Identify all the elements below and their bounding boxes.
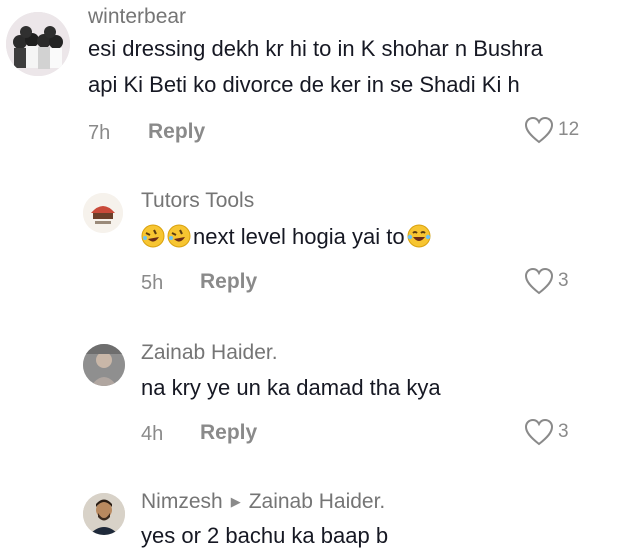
- avatar[interactable]: [83, 193, 123, 233]
- reply-button[interactable]: Reply: [200, 421, 257, 445]
- comment-username: Nimzesh ▶ Zainab Haider.: [141, 490, 385, 514]
- comment-text: next level hogia yai to: [141, 219, 433, 255]
- heart-outline-icon: [524, 116, 554, 144]
- rolling-on-floor-laughing-icon: [167, 223, 191, 248]
- comment-text-line-1: esi dressing dekh kr hi to in K shohar n…: [88, 36, 543, 61]
- reply-button[interactable]: Reply: [148, 120, 205, 144]
- like-button[interactable]: 12: [524, 116, 579, 144]
- like-count: 3: [558, 421, 569, 442]
- triangle-right-icon: ▶: [230, 494, 241, 509]
- comment-text-body: next level hogia yai to: [193, 224, 405, 249]
- avatar[interactable]: [83, 344, 125, 386]
- rolling-on-floor-laughing-icon: [141, 223, 165, 248]
- like-button[interactable]: 3: [524, 418, 569, 446]
- like-button[interactable]: 3: [524, 267, 569, 295]
- like-count: 3: [558, 270, 569, 291]
- comment-username[interactable]: winterbear: [88, 5, 186, 29]
- comment-text-line-2: api Ki Beti ko divorce de ker in se Shad…: [88, 72, 520, 97]
- reply-button[interactable]: Reply: [200, 270, 257, 294]
- comment-timestamp: 5h: [141, 272, 164, 294]
- comment-username[interactable]: Zainab Haider.: [141, 341, 278, 365]
- comment-timestamp: 4h: [141, 423, 164, 445]
- reply-author[interactable]: Nimzesh: [141, 490, 223, 513]
- heart-outline-icon: [524, 418, 554, 446]
- heart-outline-icon: [524, 267, 554, 295]
- reply-to-user[interactable]: Zainab Haider.: [249, 490, 386, 513]
- comment-text: na kry ye un ka damad tha kya: [141, 375, 441, 400]
- avatar[interactable]: [6, 12, 70, 76]
- comment-username[interactable]: Tutors Tools: [141, 189, 254, 213]
- comment-timestamp: 7h: [88, 122, 111, 144]
- comment-text: yes or 2 bachu ka baap b: [141, 523, 389, 548]
- like-count: 12: [558, 119, 580, 140]
- face-with-tears-of-joy-icon: [407, 223, 431, 248]
- avatar[interactable]: [83, 493, 125, 535]
